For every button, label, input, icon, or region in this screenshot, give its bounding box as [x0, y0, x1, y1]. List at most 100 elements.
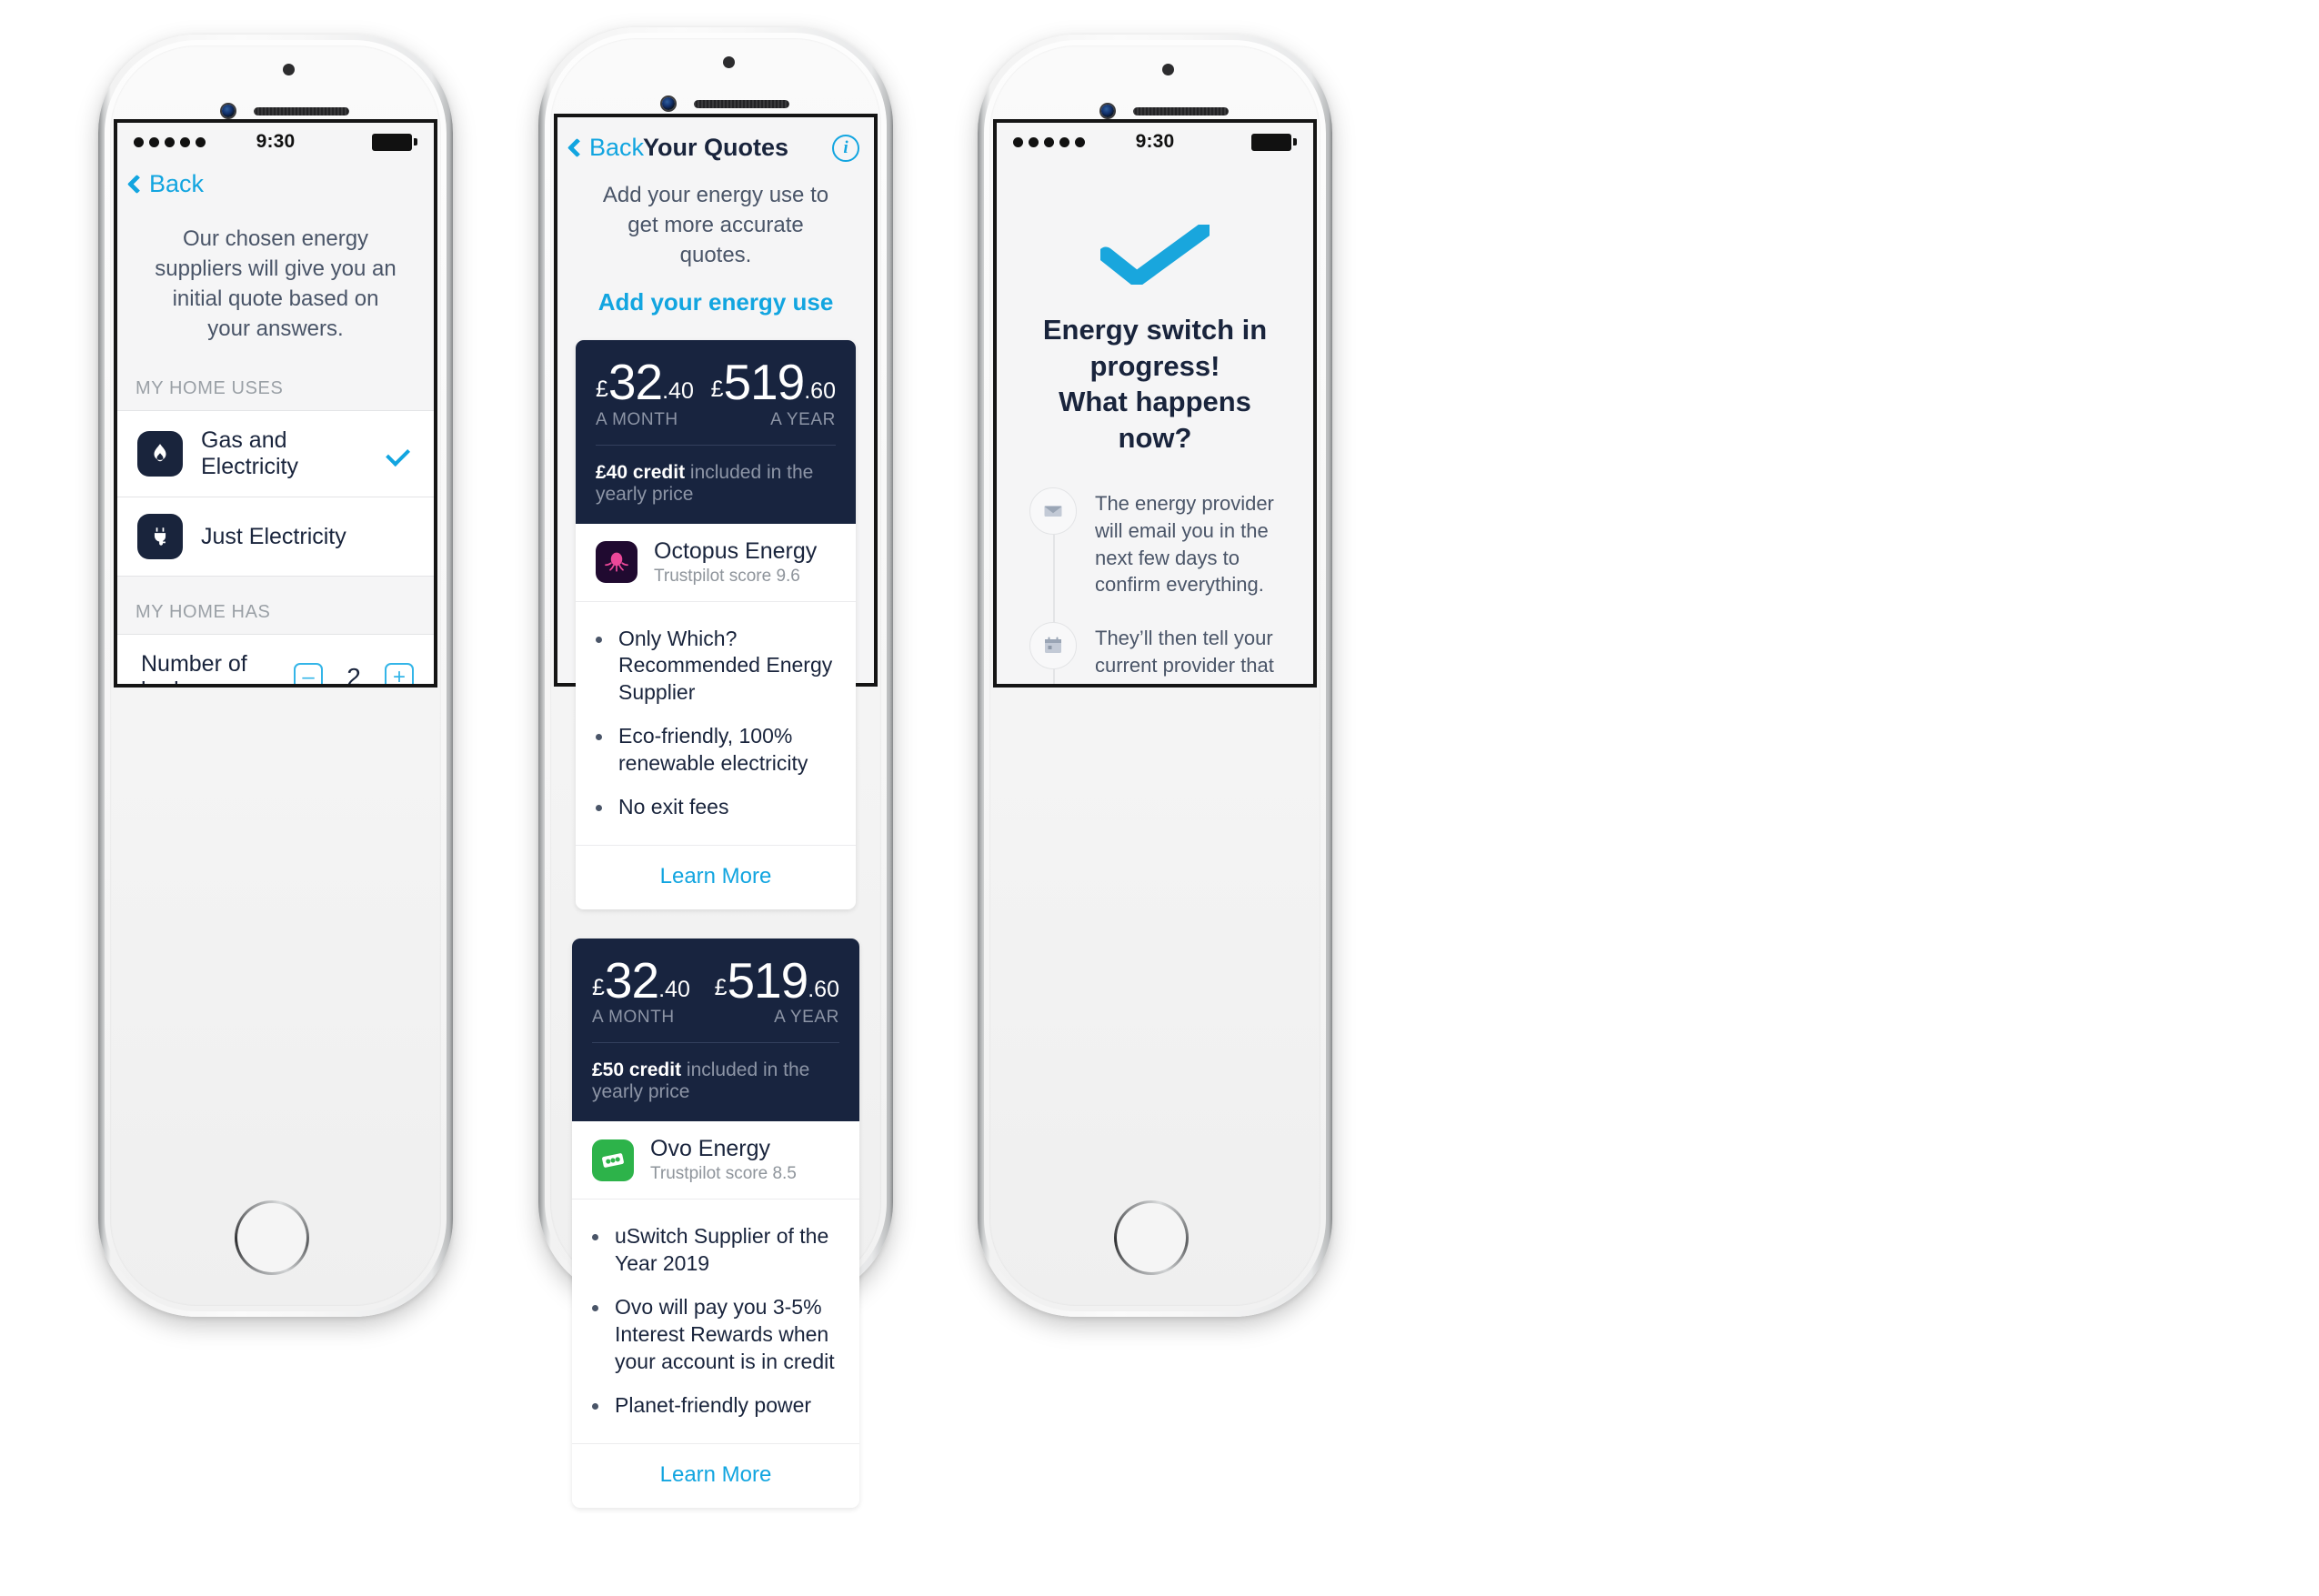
list-item: Only Which? Recommended Energy Supplier — [596, 618, 836, 717]
phone-left: 9:30 Back Our chosen energy suppliers wi… — [98, 35, 453, 1317]
status-time: 9:30 — [256, 131, 296, 152]
octopus-logo — [596, 541, 637, 584]
page-title: Your Quotes — [642, 134, 788, 161]
learn-more-link[interactable]: Learn More — [576, 844, 856, 909]
bullet-dot-icon — [592, 1234, 598, 1241]
price-whole: 519 — [723, 354, 805, 411]
bullet-dot-icon — [596, 805, 602, 812]
back-label: Back — [149, 170, 205, 197]
list-item: The energy provider will email you in th… — [1029, 487, 1282, 625]
bullet-dot-icon — [592, 1305, 598, 1312]
bullet-dot-icon — [592, 1402, 598, 1410]
currency-symbol: £ — [596, 376, 608, 403]
price-unit: A MONTH — [592, 1008, 675, 1028]
phone-right: 9:30 Energy switch in progress! What hap… — [978, 35, 1332, 1317]
status-time: 9:30 — [1135, 131, 1175, 152]
success-panel: Energy switch in progress! What happens … — [997, 161, 1313, 684]
screen-left: 9:30 Back Our chosen energy suppliers wi… — [114, 119, 437, 688]
screenshot-canvas: 9:30 Back Our chosen energy suppliers wi… — [0, 0, 2319, 1596]
option-gas-and-electricity[interactable]: Gas and Electricity — [117, 410, 434, 498]
price-whole: 32 — [607, 354, 663, 411]
price-whole: 519 — [727, 952, 808, 1009]
page-title: Energy switch in progress! What happens … — [1042, 314, 1268, 455]
proximity-sensor — [1162, 64, 1174, 75]
list-item: Eco-friendly, 100% renewable electricity — [596, 716, 836, 787]
checkmark-icon — [385, 441, 410, 467]
section-header-home-uses: MY HOME USES — [117, 353, 434, 411]
list-item: uSwitch Supplier of the Year 2019 — [592, 1216, 839, 1287]
learn-more-link[interactable]: Learn More — [572, 1442, 859, 1508]
monthly-price: £ 32 .40 A MONTH — [592, 952, 690, 1028]
quote-card: £ 32 .40 A MONTH £ 519 .60 — [572, 939, 859, 1508]
benefit-list: Only Which? Recommended Energy Supplier … — [576, 601, 856, 845]
supplier-score: Trustpilot score 8.5 — [650, 1164, 797, 1184]
price-decimal: .40 — [662, 378, 694, 405]
back-button[interactable]: Back — [126, 170, 205, 198]
currency-symbol: £ — [592, 975, 605, 1000]
status-bar: 9:30 — [117, 123, 434, 161]
price-decimal: .40 — [658, 977, 690, 1002]
price-whole: 32 — [604, 952, 659, 1009]
home-button[interactable] — [1114, 1200, 1189, 1275]
price-unit: A YEAR — [770, 409, 836, 429]
nav-bar: Back — [117, 161, 434, 211]
price-unit: A MONTH — [596, 409, 678, 429]
screen-center: Back Your Quotes i Add your energy use t… — [554, 114, 878, 909]
earpiece-speaker — [254, 107, 349, 115]
home-button[interactable] — [235, 1200, 309, 1275]
chevron-left-icon — [126, 174, 147, 195]
credit-amount: £40 credit — [596, 461, 686, 483]
bullet-dot-icon — [596, 734, 602, 741]
section-header-home-has: MY HOME HAS — [117, 577, 434, 635]
ovo-logo — [592, 1139, 634, 1181]
status-bar: 9:30 — [997, 123, 1313, 161]
credit-note: £40 credit included in the yearly price — [576, 445, 856, 524]
price-decimal: .60 — [804, 378, 836, 405]
list-item: No exit fees — [596, 787, 836, 830]
bedrooms-value: 2 — [346, 663, 361, 684]
front-camera-icon — [662, 97, 675, 110]
screen-right: 9:30 Energy switch in progress! What hap… — [993, 119, 1317, 688]
credit-note: £50 credit included in the yearly price — [572, 1043, 859, 1122]
proximity-sensor — [283, 64, 295, 75]
currency-symbol: £ — [714, 975, 728, 1000]
increment-button[interactable]: + — [385, 663, 414, 684]
supplier-name: Ovo Energy — [650, 1136, 771, 1162]
price-decimal: .60 — [808, 977, 839, 1002]
earpiece-speaker — [694, 100, 789, 108]
decrement-button[interactable]: – — [294, 663, 323, 684]
bedrooms-row: Number of bedrooms – 2 + — [117, 634, 434, 684]
earpiece-speaker — [1133, 107, 1229, 115]
front-camera-icon — [222, 105, 235, 117]
calendar-icon — [1029, 622, 1077, 670]
price-header: £ 32 .40 A MONTH £ 519 .60 A YEAR — [576, 340, 856, 446]
option-label: Gas and Electricity — [201, 427, 298, 480]
supplier-row: Octopus Energy Trustpilot score 9.6 — [576, 523, 856, 602]
intro-text: Add your energy use to get more accurate… — [602, 183, 829, 268]
yearly-price: £ 519 .60 A YEAR — [710, 354, 836, 429]
nav-bar: Back Your Quotes i — [557, 117, 874, 175]
envelope-icon — [1029, 487, 1077, 535]
list-item: They’ll then tell your current provider … — [1029, 622, 1282, 684]
option-label: Just Electricity — [201, 523, 346, 549]
bedrooms-label: Number of bedrooms — [141, 651, 247, 684]
quote-card: £ 32 .40 A MONTH £ 519 .60 — [576, 340, 856, 909]
supplier-score: Trustpilot score 9.6 — [654, 566, 800, 586]
plug-icon — [137, 514, 183, 560]
bullet-dot-icon — [596, 636, 602, 643]
price-header: £ 32 .40 A MONTH £ 519 .60 A YEAR — [572, 939, 859, 1044]
quantity-stepper: – 2 + — [294, 663, 414, 684]
monthly-price: £ 32 .40 A MONTH — [596, 354, 694, 429]
check-icon — [1098, 222, 1212, 287]
steps-list: The energy provider will email you in th… — [1028, 487, 1282, 684]
supplier-row: Ovo Energy Trustpilot score 8.5 — [572, 1121, 859, 1200]
list-item: Ovo will pay you 3-5% Interest Rewards w… — [592, 1287, 839, 1385]
currency-symbol: £ — [710, 376, 724, 403]
phone-center: Back Your Quotes i Add your energy use t… — [538, 27, 893, 1508]
add-energy-use-link[interactable]: Add your energy use — [557, 270, 874, 340]
front-camera-icon — [1101, 105, 1114, 117]
option-just-electricity[interactable]: Just Electricity — [117, 497, 434, 577]
proximity-sensor — [723, 56, 735, 68]
credit-amount: £50 credit — [592, 1059, 682, 1081]
yearly-price: £ 519 .60 A YEAR — [714, 952, 839, 1028]
